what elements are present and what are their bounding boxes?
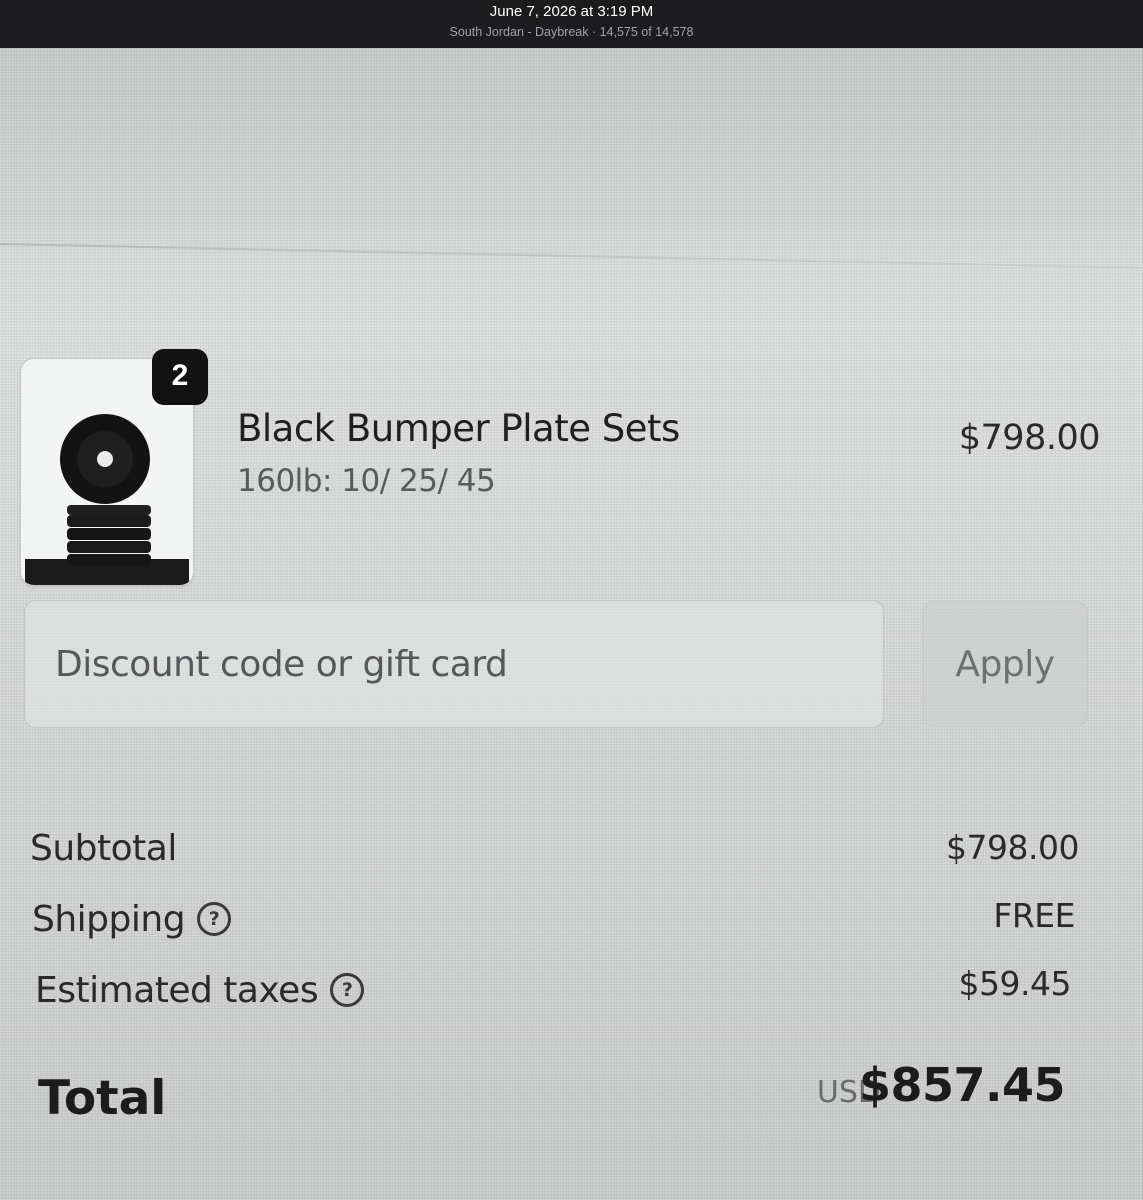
product-price: $798.00: [958, 418, 1101, 458]
apply-discount-button[interactable]: Apply: [922, 601, 1088, 727]
quantity-badge: 2: [152, 349, 208, 405]
subtotal-label: Subtotal: [30, 828, 177, 869]
shipping-row-label: Shipping?: [32, 899, 232, 940]
taxes-label: Estimated taxes: [35, 970, 319, 1011]
photo-of-screen: 2 Black Bumper Plate Sets 160lb: 10/ 25/…: [0, 48, 1143, 1200]
taxes-row-label: Estimated taxes?: [35, 970, 365, 1011]
order-summary: 2 Black Bumper Plate Sets 160lb: 10/ 25/…: [0, 48, 1143, 1200]
discount-code-input[interactable]: [24, 600, 884, 728]
photo-location-info: South Jordan - Daybreak · 14,575 of 14,5…: [449, 25, 694, 39]
total-value: $857.45: [858, 1058, 1066, 1112]
taxes-help-icon[interactable]: ?: [330, 973, 365, 1007]
shipping-help-icon[interactable]: ?: [197, 902, 232, 936]
total-label: Total: [38, 1071, 167, 1126]
taxes-value: $59.45: [958, 964, 1072, 1003]
product-title: Black Bumper Plate Sets: [237, 407, 680, 450]
photo-viewer-header: June 7, 2026 at 3:19 PM South Jordan - D…: [0, 0, 1143, 48]
photo-date: June 7, 2026 at 3:19 PM: [489, 3, 654, 20]
subtotal-value: $798.00: [946, 828, 1079, 867]
shipping-label: Shipping: [32, 899, 186, 940]
shipping-value: FREE: [993, 896, 1075, 935]
product-variant: 160lb: 10/ 25/ 45: [237, 463, 496, 499]
